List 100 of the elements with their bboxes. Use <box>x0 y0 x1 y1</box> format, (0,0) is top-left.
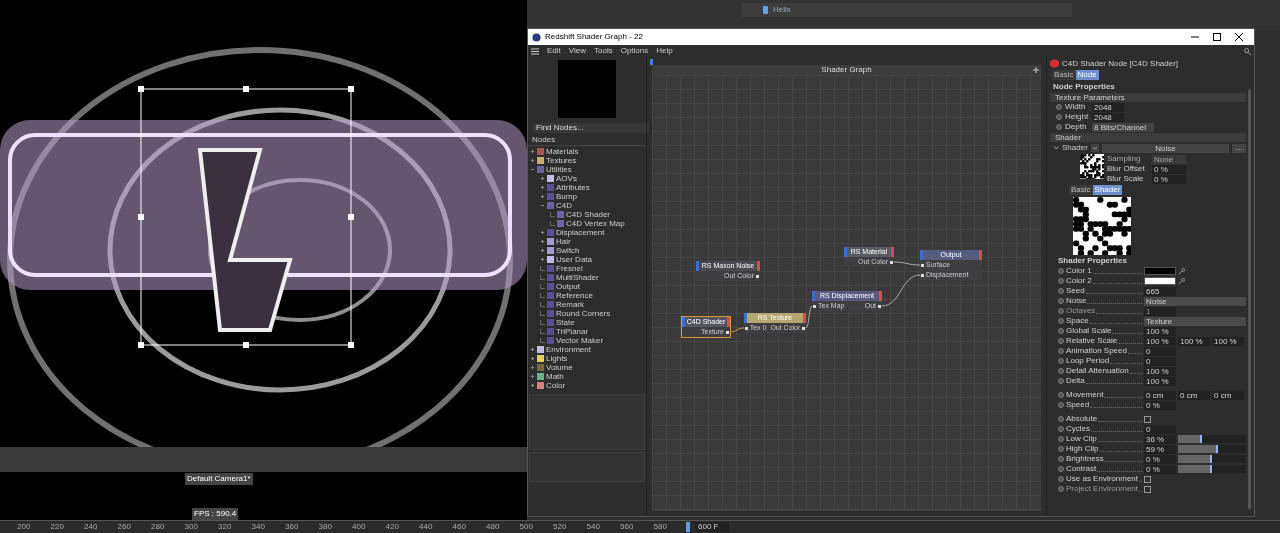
color-swatch[interactable] <box>1144 277 1176 285</box>
menu-item[interactable]: Help <box>656 45 673 57</box>
menu-item[interactable]: Edit <box>547 45 561 57</box>
expand-icon[interactable] <box>540 230 545 235</box>
tab[interactable]: Basic <box>1052 70 1076 80</box>
number-field[interactable]: 0 % <box>1152 174 1186 184</box>
tree-item[interactable]: C4D Vertex Map <box>566 219 625 228</box>
dropdown-button[interactable] <box>1091 144 1099 152</box>
output-port[interactable] <box>802 326 805 330</box>
tree-item[interactable]: Volume <box>546 363 573 372</box>
output-port[interactable] <box>878 304 881 308</box>
number-field[interactable]: 0 cm <box>1178 390 1210 400</box>
eyedropper-icon[interactable] <box>1178 267 1185 275</box>
section-header[interactable]: Texture Parameters <box>1050 93 1246 102</box>
dropdown-field[interactable]: Texture <box>1144 316 1246 326</box>
expand-icon[interactable] <box>540 239 545 244</box>
menu-item[interactable]: Tools <box>594 45 613 57</box>
tree-item[interactable]: Utilities <box>546 165 572 174</box>
expand-icon[interactable] <box>530 374 535 379</box>
expand-icon[interactable] <box>540 194 545 199</box>
collapse-icon[interactable] <box>530 167 535 172</box>
menu-item[interactable]: Options <box>620 45 649 57</box>
number-field[interactable]: 0 % <box>1144 400 1176 410</box>
expand-icon[interactable] <box>530 356 535 361</box>
tree-item[interactable]: C4D <box>556 201 572 210</box>
number-field[interactable]: 0 <box>1144 356 1176 366</box>
tree-item[interactable]: User Data <box>556 255 592 264</box>
tree-item[interactable]: Output <box>556 282 580 291</box>
tree-item[interactable]: Displacement <box>556 228 605 237</box>
shader-button[interactable]: Noise <box>1102 143 1229 153</box>
slider-track[interactable] <box>1178 445 1246 453</box>
tree-item[interactable]: Textures <box>546 156 577 165</box>
expand-icon[interactable] <box>530 149 535 154</box>
expand-icon[interactable] <box>540 248 545 253</box>
expand-icon[interactable] <box>540 257 545 262</box>
number-field[interactable]: 100 % <box>1144 326 1176 336</box>
checkbox[interactable] <box>1144 475 1151 483</box>
tree-item[interactable]: AOVs <box>556 174 577 183</box>
color-swatch[interactable] <box>1144 267 1176 275</box>
number-field[interactable]: 2048 <box>1092 112 1124 122</box>
number-field[interactable]: 100 % <box>1144 366 1176 376</box>
number-field[interactable]: 0 <box>1144 346 1176 356</box>
output-port[interactable] <box>756 274 759 278</box>
search-field[interactable]: Find Nodes... <box>533 123 649 133</box>
output-port[interactable] <box>726 330 729 334</box>
number-field[interactable]: 36 % <box>1144 434 1176 444</box>
number-field[interactable]: 0 % <box>1152 164 1186 174</box>
expand-icon[interactable] <box>530 347 535 352</box>
expand-icon[interactable] <box>540 176 545 181</box>
number-field[interactable]: 665 <box>1144 286 1176 296</box>
connection-wire[interactable] <box>893 261 921 266</box>
number-field[interactable]: 100 % <box>1178 336 1210 346</box>
slider-track[interactable] <box>1178 435 1246 443</box>
tab[interactable]: Basic <box>1069 185 1093 195</box>
sampling-dropdown[interactable]: None <box>1152 154 1186 164</box>
depth-dropdown[interactable]: 8 Bits/Channel <box>1092 122 1154 132</box>
slider-track[interactable] <box>1178 455 1246 463</box>
more-button[interactable]: ... <box>1232 143 1246 153</box>
number-field[interactable]: 2048 <box>1092 102 1124 112</box>
expand-icon[interactable] <box>530 383 535 388</box>
menu-item[interactable]: View <box>568 45 586 57</box>
number-field[interactable]: 0 cm <box>1144 390 1176 400</box>
number-field[interactable]: 100 % <box>1144 336 1176 346</box>
tree-item[interactable]: Fresnel <box>556 264 583 273</box>
eyedropper-icon[interactable] <box>1178 277 1185 285</box>
number-field[interactable]: 100 % <box>1144 376 1176 386</box>
number-field[interactable]: 0 <box>1144 424 1176 434</box>
number-field[interactable]: 59 % <box>1144 444 1176 454</box>
object-name[interactable]: Helix <box>773 4 791 16</box>
expand-icon[interactable] <box>1033 67 1039 73</box>
tree-item[interactable]: Switch <box>556 246 580 255</box>
collapse-icon[interactable] <box>540 203 545 208</box>
scrollbar[interactable] <box>1248 89 1251 509</box>
tree-item[interactable]: Color <box>546 381 566 390</box>
section-header[interactable]: Shader <box>1050 133 1246 142</box>
tree-item[interactable]: Attributes <box>556 183 590 192</box>
checkbox[interactable] <box>1144 415 1151 423</box>
output-port[interactable] <box>890 260 893 264</box>
tree-item[interactable]: Vector Maker <box>556 336 604 345</box>
tree-item[interactable]: MultiShader <box>556 273 599 282</box>
expand-icon[interactable] <box>530 365 535 370</box>
tree-item[interactable]: Materials <box>546 147 579 156</box>
input-port[interactable] <box>921 273 924 277</box>
input-port[interactable] <box>921 263 924 267</box>
tree-item[interactable]: Round Corners <box>556 309 611 318</box>
tree-item[interactable]: Remark <box>556 300 584 309</box>
slider-track[interactable] <box>1178 465 1246 473</box>
number-field[interactable]: 0 % <box>1144 454 1176 464</box>
selection-box[interactable] <box>138 86 354 348</box>
connection-wire[interactable] <box>881 274 921 307</box>
tree-item[interactable]: C4D Shader <box>566 210 611 219</box>
search-icon[interactable] <box>1244 47 1251 55</box>
expand-icon[interactable] <box>540 185 545 190</box>
number-field[interactable]: 100 % <box>1212 336 1244 346</box>
tree-item[interactable]: Hair <box>556 237 571 246</box>
tree-item[interactable]: Lights <box>546 354 568 363</box>
menu-icon[interactable] <box>531 47 539 55</box>
number-field[interactable]: 0 % <box>1144 464 1176 474</box>
expand-icon[interactable] <box>530 158 535 163</box>
tree-item[interactable]: Bump <box>556 192 577 201</box>
